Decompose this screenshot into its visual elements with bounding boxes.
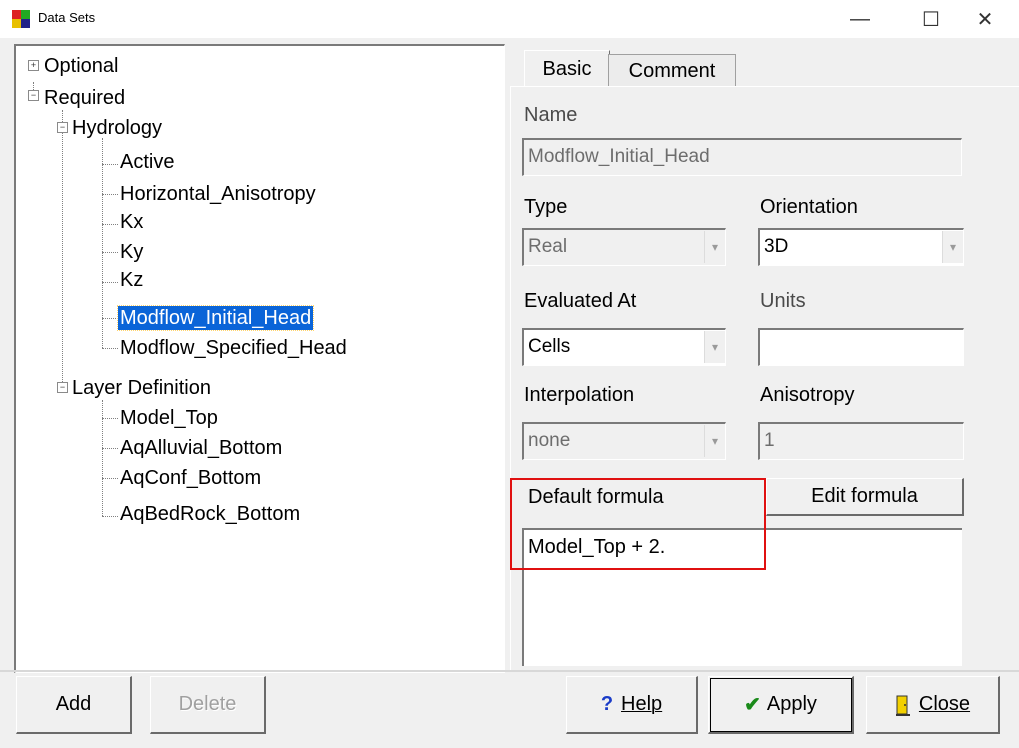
help-icon: ? bbox=[600, 693, 614, 715]
tree-item-layer-definition[interactable]: Layer Definition bbox=[72, 376, 211, 400]
title-bar: Data Sets — ☐ ✕ bbox=[0, 0, 1019, 38]
tree-item-modflow-initial-head[interactable]: Modflow_Initial_Head bbox=[116, 305, 315, 331]
tab-comment[interactable]: Comment bbox=[608, 54, 736, 87]
tree-item-horizontal-anisotropy[interactable]: Horizontal_Anisotropy bbox=[120, 182, 316, 206]
interpolation-select[interactable]: none bbox=[522, 422, 726, 460]
units-label: Units bbox=[760, 290, 806, 312]
data-sets-tree[interactable]: + Optional − Required − Hydrology Active… bbox=[14, 44, 505, 673]
name-field[interactable]: Modflow_Initial_Head bbox=[522, 138, 962, 176]
tree-item-aqconf-bottom[interactable]: AqConf_Bottom bbox=[120, 466, 261, 490]
window-title: Data Sets bbox=[38, 10, 96, 25]
tree-item-hydrology[interactable]: Hydrology bbox=[72, 116, 162, 140]
minimize-icon: — bbox=[850, 7, 870, 30]
maximize-icon: ☐ bbox=[922, 8, 940, 31]
type-label: Type bbox=[524, 196, 568, 218]
tree-item-kz[interactable]: Kz bbox=[120, 268, 143, 292]
app-icon bbox=[12, 10, 30, 28]
minimize-button[interactable]: — bbox=[837, 0, 883, 38]
add-button[interactable]: Add bbox=[16, 676, 132, 734]
collapse-icon-required[interactable]: − bbox=[28, 90, 39, 101]
interpolation-value: none bbox=[528, 430, 571, 451]
type-value: Real bbox=[528, 236, 568, 257]
tree-item-aqbedrock-bottom[interactable]: AqBedRock_Bottom bbox=[120, 502, 300, 526]
evaluated-at-select[interactable]: Cells bbox=[522, 328, 726, 366]
units-field[interactable] bbox=[758, 328, 964, 366]
bottom-separator bbox=[0, 670, 1019, 672]
orientation-select[interactable]: 3D bbox=[758, 228, 964, 266]
name-label: Name bbox=[524, 104, 578, 126]
tree-item-modflow-specified-head[interactable]: Modflow_Specified_Head bbox=[120, 336, 347, 360]
tree-item-model-top[interactable]: Model_Top bbox=[120, 406, 218, 430]
collapse-icon-hydrology[interactable]: − bbox=[57, 122, 68, 133]
close-button[interactable]: Close bbox=[866, 676, 1000, 734]
orientation-label: Orientation bbox=[760, 196, 858, 218]
interpolation-dropdown-icon[interactable]: ▾ bbox=[704, 425, 725, 457]
apply-label: Apply bbox=[766, 693, 817, 715]
close-icon: ✕ bbox=[976, 8, 994, 31]
help-button[interactable]: ? Help bbox=[566, 676, 698, 734]
collapse-icon-layer-definition[interactable]: − bbox=[57, 382, 68, 393]
tree-item-required[interactable]: Required bbox=[44, 86, 125, 110]
maximize-button[interactable]: ☐ bbox=[908, 0, 954, 38]
delete-button[interactable]: Delete bbox=[150, 676, 266, 734]
close-window-button[interactable]: ✕ bbox=[962, 0, 1008, 38]
close-label: Close bbox=[918, 693, 971, 715]
add-label: Add bbox=[55, 693, 92, 715]
type-dropdown-icon[interactable]: ▾ bbox=[704, 231, 725, 263]
orientation-dropdown-icon[interactable]: ▾ bbox=[942, 231, 963, 263]
anisotropy-field[interactable]: 1 bbox=[758, 422, 964, 460]
tree-item-active[interactable]: Active bbox=[120, 150, 174, 174]
help-label: Help bbox=[621, 693, 663, 715]
door-icon bbox=[895, 695, 910, 716]
evaluated-at-dropdown-icon[interactable]: ▾ bbox=[704, 331, 725, 363]
anisotropy-label: Anisotropy bbox=[760, 384, 855, 406]
evaluated-at-label: Evaluated At bbox=[524, 290, 637, 312]
tree-item-ky[interactable]: Ky bbox=[120, 240, 143, 264]
tree-item-kx[interactable]: Kx bbox=[120, 210, 143, 234]
edit-formula-button[interactable]: Edit formula bbox=[766, 478, 964, 516]
highlight-box bbox=[510, 478, 766, 570]
tree-item-optional[interactable]: Optional bbox=[44, 54, 119, 78]
apply-button[interactable]: ✔ Apply bbox=[708, 676, 854, 734]
checkmark-icon: ✔ bbox=[744, 694, 761, 716]
interpolation-label: Interpolation bbox=[524, 384, 635, 406]
tree-item-aqalluvial-bottom[interactable]: AqAlluvial_Bottom bbox=[120, 436, 282, 460]
edit-formula-label: Edit formula bbox=[811, 485, 918, 507]
expand-icon-optional[interactable]: + bbox=[28, 60, 39, 71]
delete-label: Delete bbox=[178, 693, 237, 715]
type-select[interactable]: Real bbox=[522, 228, 726, 266]
orientation-value: 3D bbox=[764, 236, 789, 257]
evaluated-at-value: Cells bbox=[528, 336, 571, 357]
tab-basic[interactable]: Basic bbox=[524, 50, 610, 87]
